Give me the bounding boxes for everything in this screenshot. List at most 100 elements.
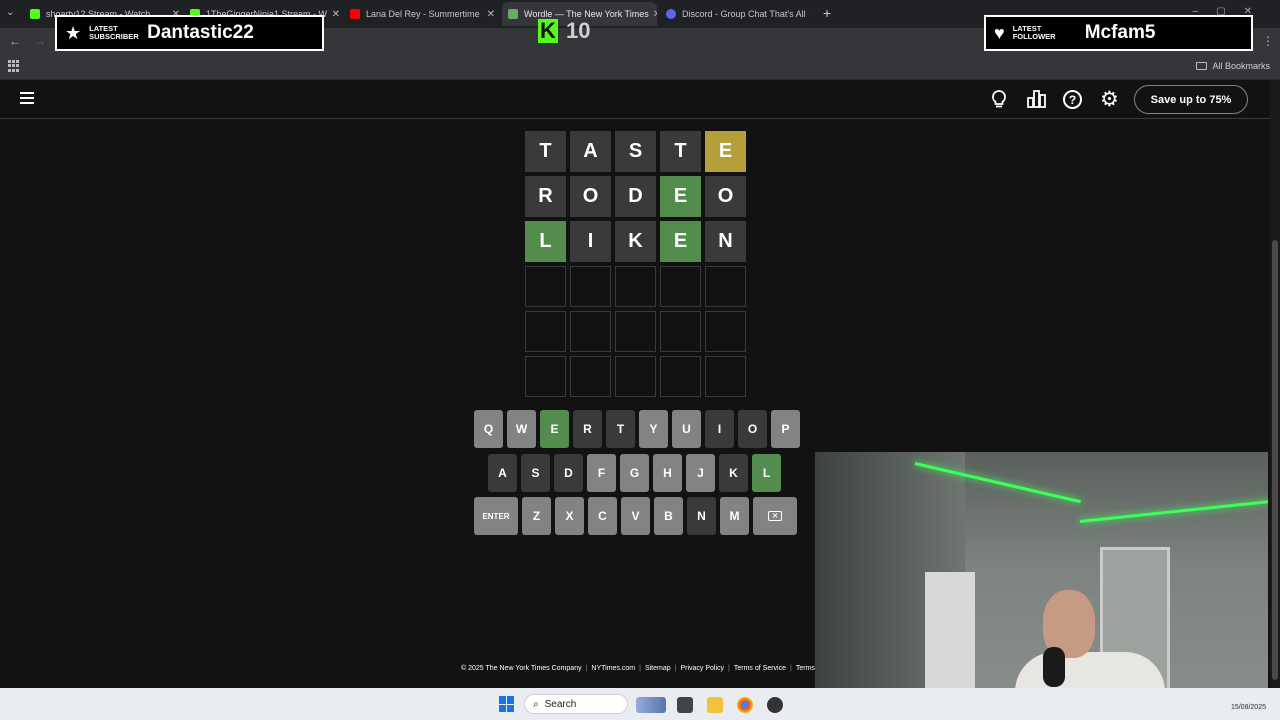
close-tab-icon[interactable]: ✕ <box>483 9 495 20</box>
key-r[interactable]: R <box>573 410 602 448</box>
hint-icon[interactable] <box>991 90 1007 113</box>
taskbar-search[interactable]: ⌕ Search <box>524 694 628 714</box>
backspace-key[interactable]: ✕ <box>753 497 797 535</box>
board-tile: E <box>705 131 746 172</box>
key-d[interactable]: D <box>554 454 583 492</box>
wordle-board: TASTERODEOLIKEN <box>525 131 746 397</box>
subscribe-button[interactable]: Save up to 75% <box>1134 85 1248 114</box>
board-tile: D <box>615 176 656 217</box>
latest-subscriber-overlay: ★ LATEST SUBSCRIBER Dantastic22 <box>55 15 324 51</box>
board-tile <box>525 266 566 307</box>
close-tab-icon[interactable]: ✕ <box>328 9 340 20</box>
board-tile <box>570 311 611 352</box>
key-e[interactable]: E <box>540 410 569 448</box>
board-tile <box>660 266 701 307</box>
kick-favicon-icon <box>30 9 40 19</box>
close-tab-icon[interactable]: ✕ <box>649 9 657 20</box>
key-q[interactable]: Q <box>474 410 503 448</box>
task-view-icon[interactable] <box>677 697 693 713</box>
key-z[interactable]: Z <box>522 497 551 535</box>
keyboard-row-2: ASDFGHJKL <box>488 454 781 492</box>
board-tile <box>615 266 656 307</box>
chrome-icon[interactable] <box>737 697 753 713</box>
board-tile <box>705 266 746 307</box>
windows-start-icon[interactable] <box>499 696 515 712</box>
key-y[interactable]: Y <box>639 410 668 448</box>
board-tile <box>525 356 566 397</box>
latest-follower-overlay: ♥ LATEST FOLLOWER Mcfam5 <box>984 15 1253 51</box>
all-bookmarks-label: All Bookmarks <box>1212 61 1270 71</box>
keyboard-row-3: ENTER Z X C V B N M ✕ <box>474 497 797 535</box>
back-arrow-icon[interactable]: ← <box>9 34 21 48</box>
key-o[interactable]: O <box>738 410 767 448</box>
help-icon[interactable]: ? <box>1063 90 1082 109</box>
widget-icon[interactable] <box>636 697 666 713</box>
key-n[interactable]: N <box>687 497 716 535</box>
board-tile: T <box>660 131 701 172</box>
key-k[interactable]: K <box>719 454 748 492</box>
key-u[interactable]: U <box>672 410 701 448</box>
key-l[interactable]: L <box>752 454 781 492</box>
webcam-feed <box>815 452 1268 706</box>
key-i[interactable]: I <box>705 410 734 448</box>
forward-arrow-icon[interactable]: → <box>34 34 46 48</box>
board-tile: T <box>525 131 566 172</box>
board-tile <box>615 356 656 397</box>
new-tab-icon[interactable]: + <box>823 5 831 21</box>
footer-link[interactable]: Privacy Policy <box>680 665 724 672</box>
app-icon[interactable] <box>767 697 783 713</box>
tab-4[interactable]: Discord - Group Chat That's All ✕ <box>666 4 811 24</box>
footer-link[interactable]: Sitemap <box>645 665 671 672</box>
board-tile <box>660 356 701 397</box>
board-tile: R <box>525 176 566 217</box>
key-x[interactable]: X <box>555 497 584 535</box>
board-tile <box>570 356 611 397</box>
led-strip <box>1079 500 1268 523</box>
board-tile <box>525 311 566 352</box>
board-tile <box>705 311 746 352</box>
board-tile: O <box>705 176 746 217</box>
subscriber-small-label: LATEST SUBSCRIBER <box>89 24 139 41</box>
heart-icon: ♥ <box>994 22 1005 43</box>
tab-label: Discord - Group Chat That's All <box>682 9 806 19</box>
scrollbar-thumb[interactable] <box>1272 240 1278 680</box>
key-f[interactable]: F <box>587 454 616 492</box>
star-icon: ★ <box>65 22 82 43</box>
key-g[interactable]: G <box>620 454 649 492</box>
apps-grid-icon[interactable] <box>8 60 20 72</box>
key-m[interactable]: M <box>720 497 749 535</box>
key-t[interactable]: T <box>606 410 635 448</box>
microphone <box>1043 647 1065 687</box>
file-explorer-icon[interactable] <box>707 697 723 713</box>
key-h[interactable]: H <box>653 454 682 492</box>
footer-link[interactable]: Terms of Service <box>734 665 786 672</box>
taskbar-date: 15/08/2025 <box>1230 704 1266 711</box>
footer-link[interactable]: © 2025 The New York Times Company <box>461 665 582 672</box>
browser-menu-icon[interactable]: ⋮ <box>1262 34 1274 48</box>
board-tile <box>660 311 701 352</box>
key-p[interactable]: P <box>771 410 800 448</box>
all-bookmarks-button[interactable]: All Bookmarks <box>1196 61 1270 71</box>
folder-icon <box>1196 62 1208 70</box>
enter-key[interactable]: ENTER <box>474 497 518 535</box>
page-footer: © 2025 The New York Times Company | NYTime… <box>461 665 839 672</box>
key-a[interactable]: A <box>488 454 517 492</box>
board-tile: I <box>570 221 611 262</box>
key-v[interactable]: V <box>621 497 650 535</box>
close-tab-icon[interactable]: ✕ <box>806 9 811 20</box>
board-tile: E <box>660 221 701 262</box>
tab-2[interactable]: Lana Del Rey - Summertime ✕ <box>350 4 495 24</box>
settings-icon[interactable]: ⚙ <box>1100 87 1119 112</box>
menu-icon[interactable] <box>20 92 34 104</box>
key-c[interactable]: C <box>588 497 617 535</box>
key-s[interactable]: S <box>521 454 550 492</box>
footer-separator: | <box>790 665 792 672</box>
board-tile: E <box>660 176 701 217</box>
footer-link[interactable]: NYTimes.com <box>591 665 635 672</box>
stats-icon[interactable] <box>1027 90 1046 113</box>
tab-search-icon[interactable]: ⌄ <box>6 7 14 18</box>
key-j[interactable]: J <box>686 454 715 492</box>
key-b[interactable]: B <box>654 497 683 535</box>
webcam-fridge <box>925 572 975 706</box>
key-w[interactable]: W <box>507 410 536 448</box>
